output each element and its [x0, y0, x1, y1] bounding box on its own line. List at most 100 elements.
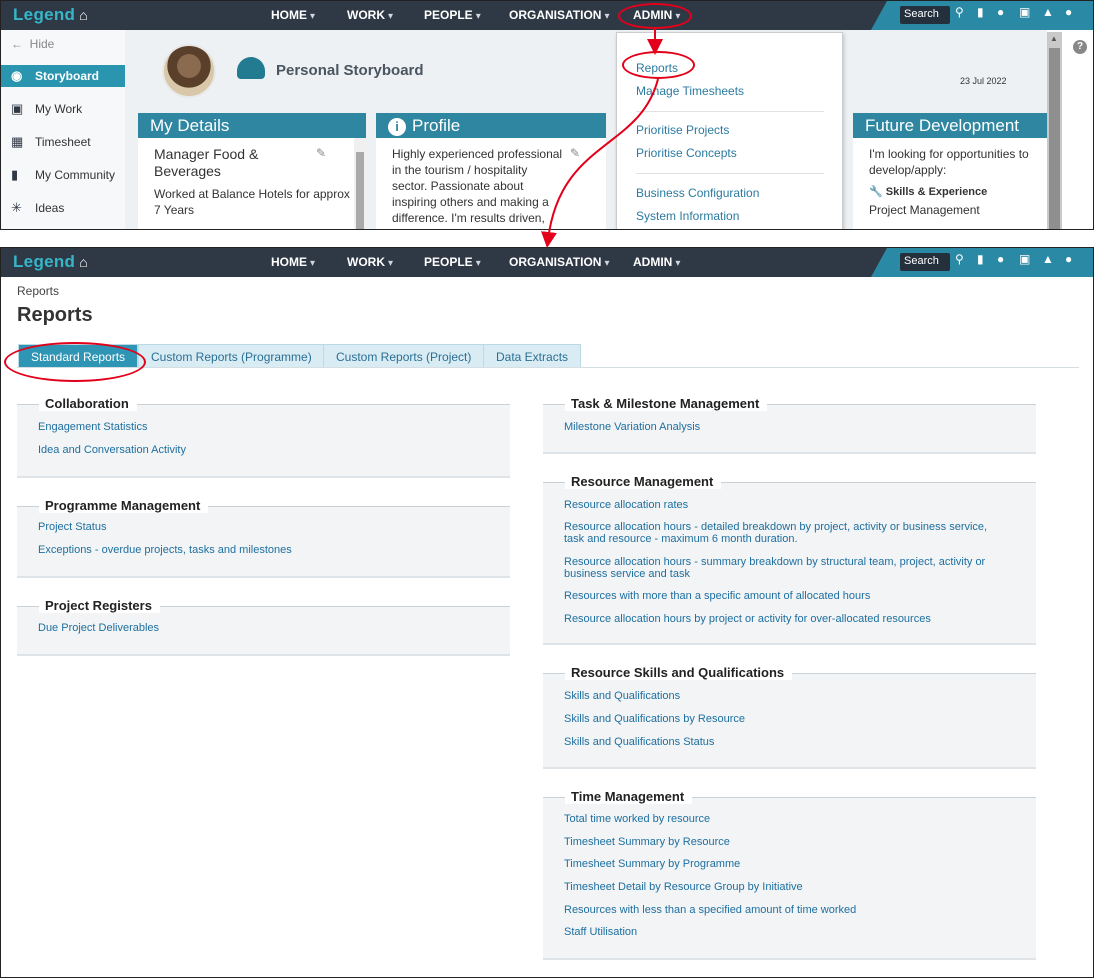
menu-divider	[636, 173, 824, 174]
report-link[interactable]: Engagement Statistics	[38, 421, 147, 433]
search-input[interactable]: Search	[900, 6, 950, 24]
report-link[interactable]: Resource allocation rates	[564, 499, 994, 511]
nav-home[interactable]: HOME ▾	[271, 8, 315, 22]
report-link[interactable]: Resource allocation hours - summary brea…	[564, 556, 994, 580]
sidebar-item-ideas[interactable]: ✳ Ideas	[1, 197, 125, 219]
user-icon[interactable]: ●	[1065, 5, 1072, 19]
chat-icon[interactable]: ●	[997, 5, 1004, 19]
profile-card: i Profile Highly experienced professional…	[376, 113, 606, 229]
report-link[interactable]: Staff Utilisation	[564, 926, 637, 938]
skills-value: Project Management	[869, 203, 980, 217]
logo[interactable]: Legend ⌂	[13, 252, 88, 272]
report-link[interactable]: Resources with more than a specific amou…	[564, 590, 994, 602]
group-title: Project Registers	[39, 598, 160, 613]
sidebar-item-timesheet[interactable]: ▦ Timesheet	[1, 131, 125, 153]
home-icon[interactable]: ⌂	[79, 254, 88, 270]
skills-heading: 🔧 Skills & Experience	[869, 186, 988, 198]
chevron-down-icon: ▾	[604, 258, 610, 269]
nav-people[interactable]: PEOPLE ▾	[424, 255, 481, 269]
chat-icon: ▮	[11, 167, 19, 182]
report-link[interactable]: Due Project Deliverables	[38, 622, 159, 634]
report-group-programme-management: Programme Management Project Status Exce…	[17, 498, 510, 578]
report-link[interactable]: Resources with less than a specified amo…	[564, 904, 856, 916]
report-link[interactable]: Timesheet Detail by Resource Group by In…	[564, 881, 803, 893]
bookmark-icon[interactable]: ▮	[977, 252, 984, 266]
breadcrumb[interactable]: Reports	[17, 284, 59, 298]
nav-people[interactable]: PEOPLE ▾	[424, 8, 481, 22]
edit-pencil-icon[interactable]: ✎	[316, 146, 326, 160]
report-link[interactable]: Exceptions - overdue projects, tasks and…	[38, 544, 292, 556]
nav-work[interactable]: WORK ▾	[347, 255, 393, 269]
tab-custom-reports-project[interactable]: Custom Reports (Project)	[323, 344, 485, 368]
page-title: Personal Storyboard	[276, 62, 424, 79]
details-text: Worked at Balance Hotels for approx 7 Ye…	[154, 187, 350, 217]
hide-sidebar-button[interactable]: ← Hide	[11, 37, 54, 51]
chevron-down-icon: ▾	[388, 11, 394, 22]
sidebar-item-my-community[interactable]: ▮ My Community	[1, 164, 125, 186]
report-group-project-registers: Project Registers Due Project Deliverabl…	[17, 598, 510, 656]
report-group-task-milestone-management: Task & Milestone Management Milestone Va…	[543, 396, 1036, 454]
report-link[interactable]: Milestone Variation Analysis	[564, 421, 700, 433]
report-link[interactable]: Skills and Qualifications	[564, 690, 680, 702]
sidebar-item-my-work[interactable]: ▣ My Work	[1, 98, 125, 120]
future-development-card: Future Development I'm looking for oppor…	[853, 113, 1047, 229]
tab-data-extracts[interactable]: Data Extracts	[483, 344, 582, 368]
nav-work[interactable]: WORK ▾	[347, 8, 393, 22]
search-input[interactable]: Search	[900, 253, 950, 271]
nav-organisation[interactable]: ORGANISATION ▾	[509, 255, 609, 269]
tab-custom-reports-programme[interactable]: Custom Reports (Programme)	[138, 344, 325, 368]
calendar-icon: ▦	[11, 134, 24, 149]
help-icon[interactable]: ?	[1073, 40, 1087, 54]
report-group-resource-skills: Resource Skills and Qualifications Skill…	[543, 665, 1036, 769]
bell-icon[interactable]: ▲	[1042, 252, 1054, 266]
chevron-down-icon: ▾	[310, 258, 316, 269]
chevron-down-icon: ▾	[604, 11, 610, 22]
chevron-down-icon: ▾	[475, 258, 481, 269]
top-navbar: Legend ⌂ HOME ▾ WORK ▾ PEOPLE ▾ ORGANISATION…	[1, 248, 1093, 277]
menu-item-manage-timesheets[interactable]: Manage Timesheets	[636, 84, 744, 98]
menu-item-prioritise-projects[interactable]: Prioritise Projects	[636, 123, 729, 137]
menu-item-business-configuration[interactable]: Business Configuration	[636, 186, 759, 200]
page-scrollbar[interactable]: ▲	[1047, 32, 1062, 229]
report-link[interactable]: Idea and Conversation Activity	[38, 444, 186, 456]
edit-pencil-icon[interactable]: ✎	[570, 146, 580, 160]
bell-icon[interactable]: ▲	[1042, 5, 1054, 19]
document-icon[interactable]: ▣	[1019, 5, 1030, 19]
info-icon: i	[388, 118, 406, 136]
report-link[interactable]: Resource allocation hours by project or …	[564, 613, 994, 625]
scroll-up-icon[interactable]: ▲	[1050, 34, 1058, 43]
report-link[interactable]: Project Status	[38, 521, 106, 533]
wrench-icon: 🔧	[869, 186, 883, 198]
chevron-down-icon: ▾	[675, 258, 681, 269]
report-link[interactable]: Skills and Qualifications Status	[564, 736, 714, 748]
document-icon[interactable]: ▣	[1019, 252, 1030, 266]
report-link[interactable]: Timesheet Summary by Resource	[564, 836, 730, 848]
top-navbar: Legend ⌂ HOME ▾ WORK ▾ PEOPLE ▾ ORGANISATION…	[1, 1, 1093, 30]
sidebar-item-storyboard[interactable]: ◉ Storyboard	[1, 65, 125, 87]
storyboard-screenshot: Legend ⌂ HOME ▾ WORK ▾ PEOPLE ▾ ORGANISATION…	[0, 0, 1094, 230]
home-icon[interactable]: ⌂	[79, 7, 88, 23]
report-group-resource-management: Resource Management Resource allocation …	[543, 474, 1036, 645]
avatar[interactable]	[162, 44, 216, 98]
logo[interactable]: Legend ⌂	[13, 5, 88, 25]
search-icon[interactable]: ⚲	[955, 252, 964, 266]
bookmark-icon[interactable]: ▮	[977, 5, 984, 19]
reports-screenshot: Legend ⌂ HOME ▾ WORK ▾ PEOPLE ▾ ORGANISATION…	[0, 247, 1094, 978]
report-link[interactable]: Resource allocation hours - detailed bre…	[564, 521, 994, 545]
report-link[interactable]: Timesheet Summary by Programme	[564, 858, 740, 870]
nav-organisation[interactable]: ORGANISATION ▾	[509, 8, 609, 22]
page-title: Reports	[17, 304, 93, 326]
chat-icon[interactable]: ●	[997, 252, 1004, 266]
card-title: Future Development	[853, 113, 1047, 138]
report-link[interactable]: Skills and Qualifications by Resource	[564, 713, 745, 725]
nav-home[interactable]: HOME ▾	[271, 255, 315, 269]
report-link[interactable]: Total time worked by resource	[564, 813, 710, 825]
user-icon[interactable]: ●	[1065, 252, 1072, 266]
nav-admin[interactable]: ADMIN ▾	[633, 255, 680, 269]
card-scrollbar[interactable]	[354, 138, 366, 229]
group-title: Resource Skills and Qualifications	[565, 665, 793, 680]
menu-item-prioritise-concepts[interactable]: Prioritise Concepts	[636, 146, 737, 160]
search-icon[interactable]: ⚲	[955, 5, 964, 19]
tab-divider	[17, 367, 1079, 368]
menu-item-system-information[interactable]: System Information	[636, 209, 739, 223]
